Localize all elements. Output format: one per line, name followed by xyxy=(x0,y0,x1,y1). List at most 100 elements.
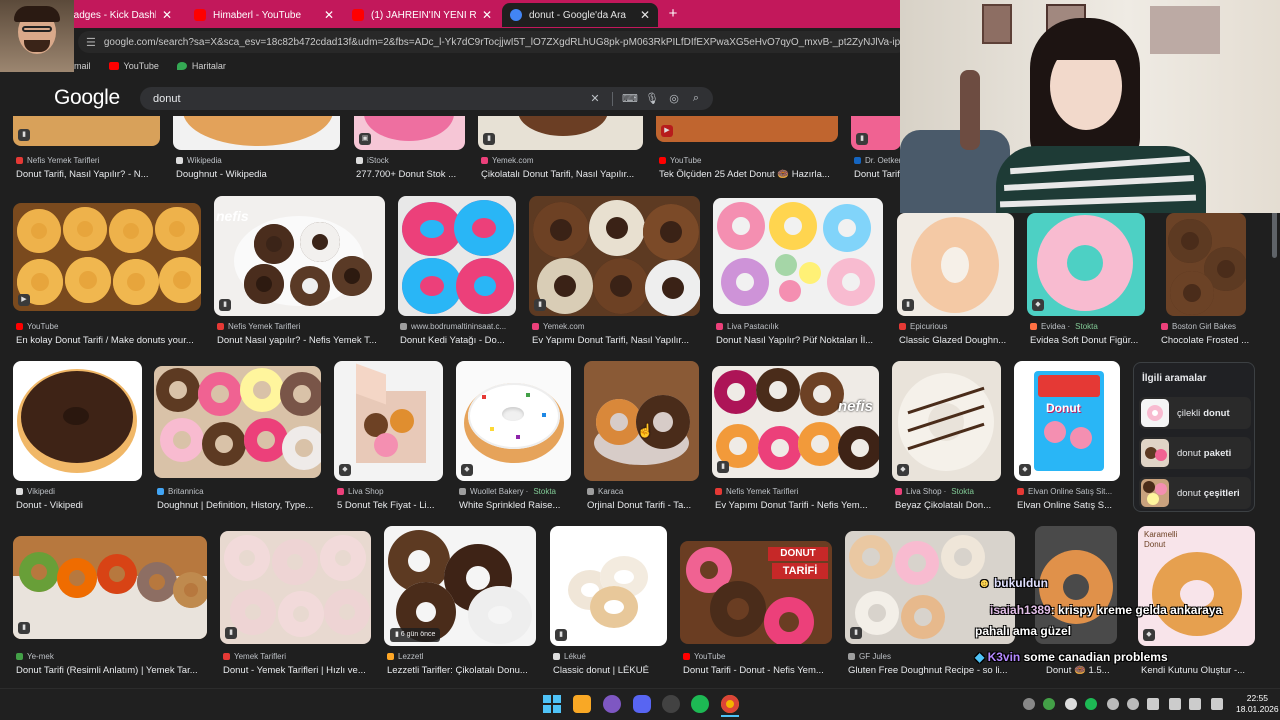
address-bar[interactable]: ☰ google.com/search?sa=X&sca_esv=18c82b4… xyxy=(78,31,908,53)
volume-icon[interactable] xyxy=(1211,698,1223,710)
result-image[interactable] xyxy=(584,361,699,481)
spotify-icon[interactable] xyxy=(691,695,709,713)
result-image[interactable]: ▮ xyxy=(529,196,700,316)
tray-icon[interactable] xyxy=(1023,698,1035,710)
result-source[interactable]: Boston Girl Bakes xyxy=(1161,322,1253,331)
result-caption[interactable]: Donut Tarifi, Nasıl Yapılır? - N... xyxy=(16,169,161,180)
result-image[interactable]: nefis ▮ xyxy=(214,196,385,316)
result-source[interactable]: YouTube xyxy=(683,652,833,661)
keyboard-icon[interactable]: ⌨ xyxy=(619,88,641,110)
result-caption[interactable]: Classic donut | LÉKUÉ xyxy=(553,665,668,676)
result-image[interactable]: ▮ 6 gün önce xyxy=(384,526,536,646)
result-image[interactable]: Karamelli Donut ◆ xyxy=(1138,526,1255,646)
result-source[interactable]: Yemek.com xyxy=(532,322,700,331)
file-explorer-icon[interactable] xyxy=(573,695,591,713)
search-input[interactable]: donut xyxy=(153,93,584,105)
result-caption[interactable]: Ev Yapımı Donut Tarifi, Nasıl Yapılır... xyxy=(532,335,700,346)
result-source[interactable]: Liva Shop · Stokta xyxy=(895,487,1002,496)
spotify-tray-icon[interactable] xyxy=(1085,698,1097,710)
result-caption[interactable]: Donut - Yemek Tarifleri | Hızlı ve... xyxy=(223,665,371,676)
result-caption[interactable]: Chocolate Frosted ... xyxy=(1161,335,1253,346)
result-caption[interactable]: Donut Kedi Yatağı - Do... xyxy=(400,335,518,346)
result-image[interactable]: ▮ xyxy=(897,213,1014,316)
result-image[interactable]: ◆ xyxy=(1027,213,1145,316)
result-image[interactable] xyxy=(398,196,516,316)
close-tab-icon[interactable]: ✕ xyxy=(162,8,172,22)
result-caption[interactable]: Gluten Free Doughnut Recipe - so li... xyxy=(848,665,1016,676)
google-logo[interactable]: Google xyxy=(54,86,120,110)
tab-youtube-himaberl[interactable]: Himaberl - YouTube ✕ xyxy=(186,3,342,27)
result-source[interactable]: Nefis Yemek Tarifleri xyxy=(715,487,880,496)
result-source[interactable]: Vikipedi xyxy=(16,487,142,496)
close-tab-icon[interactable]: ✕ xyxy=(640,8,650,22)
result-image[interactable]: DONUT TARİFİ xyxy=(680,541,832,644)
result-source[interactable]: Elvan Online Satış Sit... xyxy=(1017,487,1122,496)
result-image[interactable]: ▮ xyxy=(851,116,901,150)
result-image[interactable]: ◆ xyxy=(334,361,443,481)
result-caption[interactable]: Tek Ölçüden 25 Adet Donut 🍩 Hazırla... xyxy=(659,169,839,180)
result-source[interactable]: Evidea · Stokta xyxy=(1030,322,1148,331)
lens-icon[interactable]: ◎ xyxy=(663,88,685,110)
new-tab-button[interactable]: + xyxy=(664,5,682,23)
result-caption[interactable]: Donut Tarifi (Resimli Anlatım) | Yemek T… xyxy=(16,665,208,676)
microphone-icon[interactable]: 🎙 xyxy=(641,88,663,110)
result-image[interactable]: ▶ xyxy=(656,116,838,142)
result-caption[interactable]: Ev Yapımı Donut Tarifi - Nefis Yem... xyxy=(715,500,880,511)
result-source[interactable]: Yemek Tarifleri xyxy=(223,652,371,661)
result-source[interactable]: Lékué xyxy=(553,652,668,661)
close-tab-icon[interactable]: ✕ xyxy=(324,8,334,22)
microphone-tray-icon[interactable] xyxy=(1169,698,1181,710)
result-image[interactable]: ▣ xyxy=(354,116,465,150)
result-caption[interactable]: Beyaz Çikolatalı Don... xyxy=(895,500,1002,511)
result-caption[interactable]: Lezzetli Tarifler: Çikolatalı Donu... xyxy=(387,665,537,676)
result-image[interactable]: Donut ◆ xyxy=(1014,361,1120,481)
result-source[interactable]: Ye-mek xyxy=(16,652,208,661)
steam-tray-icon[interactable] xyxy=(1127,698,1139,710)
windows-start-icon[interactable] xyxy=(543,695,561,713)
result-image[interactable] xyxy=(713,198,883,314)
tab-youtube-jahrein[interactable]: (1) JAHREIN'IN YENİ RESTORAN ✕ xyxy=(344,3,500,27)
result-source[interactable]: Dr. Oetker xyxy=(854,156,900,165)
result-image[interactable]: ▮ xyxy=(550,526,667,646)
result-source[interactable]: Lezzetl xyxy=(387,652,537,661)
result-image[interactable] xyxy=(1166,213,1246,316)
tab-google-donut[interactable]: donut - Google'da Ara ✕ xyxy=(502,3,658,27)
bookmark-maps[interactable]: Haritalar xyxy=(176,61,226,71)
result-source[interactable]: www.bodrumaltininsaat.c... xyxy=(400,322,518,331)
result-caption[interactable]: Donut Nasıl yapılır? - Nefis Yemek T... xyxy=(217,335,385,346)
result-caption[interactable]: Kendi Kutunu Oluştur -... xyxy=(1141,665,1255,676)
result-caption[interactable]: Donut Nasıl Yapılır? Püf Noktaları İl... xyxy=(716,335,884,346)
result-source[interactable]: Karaca xyxy=(587,487,700,496)
chrome-icon[interactable] xyxy=(721,695,739,713)
related-search-item[interactable]: donut çeşitleri xyxy=(1139,477,1251,509)
result-caption[interactable]: Orjinal Donut Tarifi - Ta... xyxy=(587,500,700,511)
discord-icon[interactable] xyxy=(633,695,651,713)
obs-icon[interactable] xyxy=(662,695,680,713)
result-caption[interactable]: 277.700+ Donut Stok ... xyxy=(356,169,466,180)
result-image[interactable] xyxy=(173,116,340,150)
result-caption[interactable]: Donut Tarifi - Donut - Nefis Yem... xyxy=(683,665,833,676)
result-source[interactable]: Yemek.com xyxy=(481,156,646,165)
result-source[interactable]: Nefis Yemek Tarifleri xyxy=(217,322,385,331)
result-caption[interactable]: En kolay Donut Tarifi / Make donuts your… xyxy=(16,335,202,346)
tray-icon[interactable] xyxy=(1107,698,1119,710)
result-source[interactable]: Epicurious xyxy=(899,322,1015,331)
app-icon[interactable] xyxy=(603,695,621,713)
result-source[interactable]: Wuollet Bakery · Stokta xyxy=(459,487,574,496)
tray-icon[interactable] xyxy=(1043,698,1055,710)
wifi-icon[interactable] xyxy=(1147,698,1159,710)
result-caption[interactable]: Doughnut | Definition, History, Type... xyxy=(157,500,322,511)
result-source[interactable]: Britannica xyxy=(157,487,322,496)
result-image[interactable]: ◆ xyxy=(456,361,571,481)
result-caption[interactable]: Doughnut - Wikipedia xyxy=(176,169,326,180)
result-caption[interactable]: White Sprinkled Raise... xyxy=(459,500,574,511)
result-image[interactable]: ▮ xyxy=(478,116,643,150)
result-source[interactable]: Liva Shop xyxy=(337,487,443,496)
result-source[interactable]: Liva Pastacılık xyxy=(716,322,884,331)
result-image[interactable]: ▮ xyxy=(13,116,160,146)
result-source[interactable]: Nefis Yemek Tarifleri xyxy=(16,156,161,165)
result-image[interactable]: ◆ xyxy=(892,361,1001,481)
result-source[interactable]: YouTube xyxy=(16,322,202,331)
network-icon[interactable] xyxy=(1189,698,1201,710)
result-image[interactable] xyxy=(154,366,321,478)
